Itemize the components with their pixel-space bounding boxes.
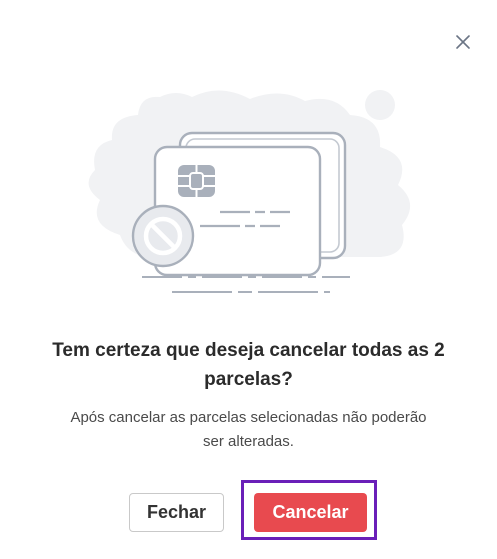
dialog-message: Após cancelar as parcelas selecionadas n… [70,409,427,450]
close-button[interactable]: Fechar [129,493,224,532]
close-icon[interactable] [452,31,474,53]
dialog-title: Tem certeza que deseja cancelar todas as… [52,340,445,390]
cancel-installments-dialog: Tem certeza que deseja cancelar todas as… [0,0,497,559]
cancel-button[interactable]: Cancelar [254,493,367,532]
blocked-credit-card-illustration [80,85,420,310]
